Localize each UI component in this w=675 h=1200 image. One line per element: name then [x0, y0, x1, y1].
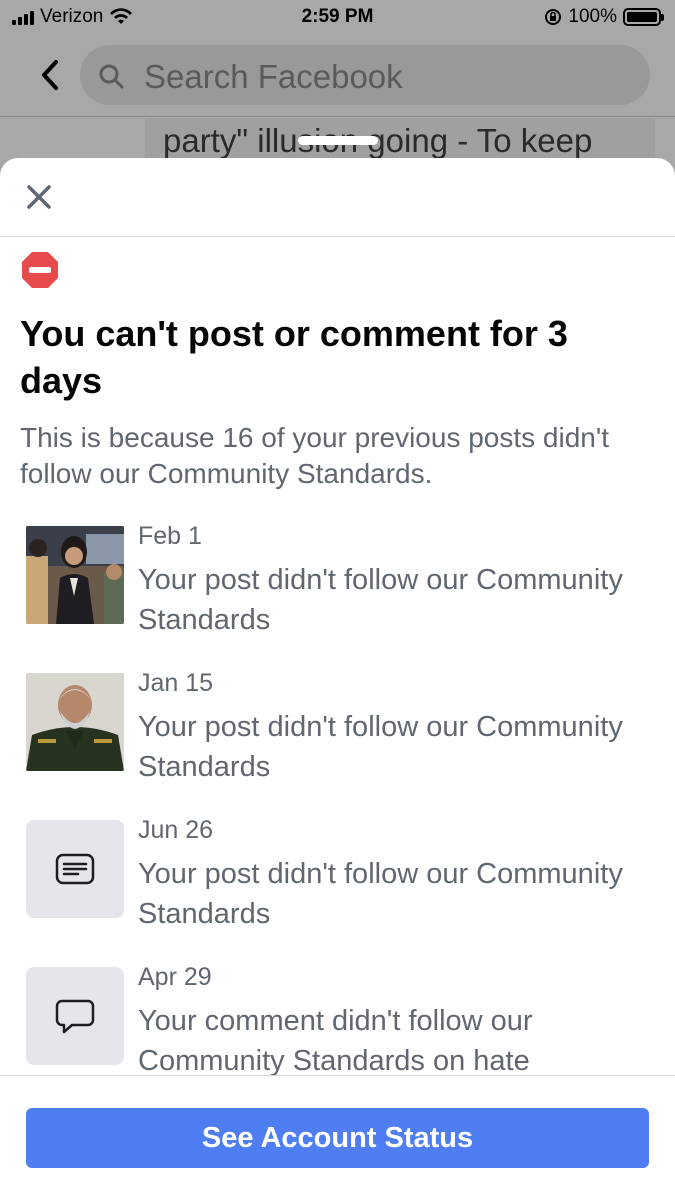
- footer-divider: [0, 1075, 675, 1076]
- stop-sign-icon: [22, 252, 58, 288]
- status-right: 100%: [544, 6, 664, 28]
- comment-thumbnail: [26, 967, 124, 1065]
- item-description: Your comment didn't follow our Community…: [138, 1005, 533, 1077]
- item-description: Your post didn't follow our Community St…: [138, 858, 623, 930]
- item-date: Apr 29: [138, 963, 212, 991]
- sheet-divider: [0, 236, 675, 237]
- background-post: party" illusion going - To keep: [145, 118, 655, 163]
- page-subtitle: This is because 16 of your previous post…: [20, 422, 609, 489]
- see-account-status-button[interactable]: See Account Status: [26, 1108, 649, 1168]
- rotation-lock-icon: [545, 9, 562, 25]
- comment-icon: [55, 999, 95, 1034]
- back-chevron-icon[interactable]: [36, 58, 64, 92]
- item-description: Your post didn't follow our Community St…: [138, 564, 623, 636]
- item-date: Feb 1: [138, 522, 202, 550]
- battery-percent: 100%: [568, 6, 617, 27]
- post-thumbnail: [26, 820, 124, 918]
- post-thumbnail: [26, 673, 124, 771]
- battery-icon: [623, 8, 664, 26]
- search-icon: [99, 64, 124, 89]
- photo-thumbnail-icon: [26, 526, 124, 624]
- search-row: Search Facebook: [0, 44, 675, 106]
- item-date: Jun 26: [138, 816, 214, 844]
- item-date: Jan 15: [138, 669, 214, 697]
- close-icon[interactable]: [20, 178, 58, 216]
- photo-thumbnail-icon: [26, 673, 124, 771]
- post-icon: [55, 853, 95, 885]
- search-input[interactable]: Search Facebook: [80, 45, 650, 105]
- page-title: You can't post or comment for 3 days: [20, 313, 568, 401]
- list-item[interactable]: Feb 1 Your post didn't follow our Commun…: [0, 520, 675, 660]
- post-thumbnail: [26, 526, 124, 624]
- sheet-drag-handle[interactable]: [298, 136, 378, 145]
- background-divider: [0, 116, 675, 117]
- item-description: Your post didn't follow our Community St…: [138, 711, 623, 783]
- list-item[interactable]: Jun 26 Your post didn't follow our Commu…: [0, 814, 675, 954]
- restriction-sheet: You can't post or comment for 3 days Thi…: [0, 158, 675, 1200]
- status-bar: Verizon 2:59 PM 100%: [0, 0, 675, 34]
- list-item[interactable]: Jan 15 Your post didn't follow our Commu…: [0, 667, 675, 807]
- search-placeholder: Search Facebook: [144, 58, 403, 95]
